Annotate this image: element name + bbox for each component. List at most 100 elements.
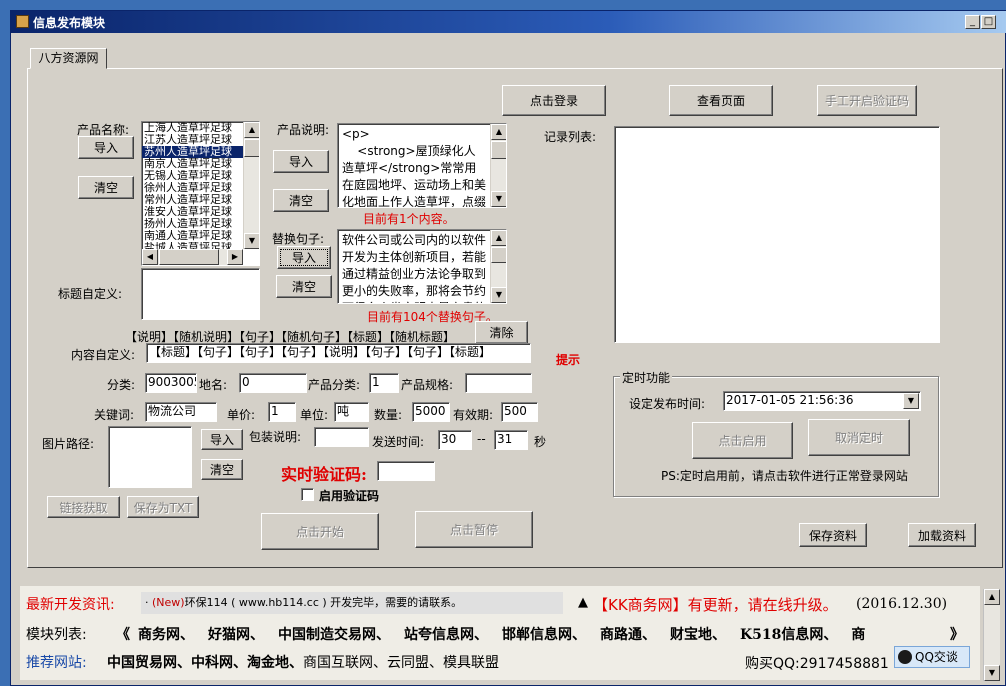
product-desc-vscroll[interactable]: ▲ ▼	[490, 124, 506, 207]
replace-sentence-text[interactable]: 软件公司或公司内的以软件开发为主体创新项目，若能通过精益创业方法论争取到更小的失…	[337, 229, 507, 304]
list-item[interactable]: 常州人造草坪足球	[142, 194, 243, 206]
list-item[interactable]: 上海人造草坪足球	[142, 122, 243, 134]
content-custom-input[interactable]: 【标题】【句子】【句子】【句子】【说明】【句子】【句子】【标题】	[146, 343, 531, 363]
captcha-input[interactable]	[377, 461, 435, 481]
send-time-to-input[interactable]: 31	[494, 430, 528, 450]
qty-input[interactable]: 5000	[412, 402, 450, 422]
unit-label: 单位:	[300, 408, 329, 422]
scroll-right-icon[interactable]: ▶	[227, 249, 243, 265]
login-button[interactable]: 点击登录	[502, 85, 606, 116]
modules-next-icon[interactable]: 》	[950, 624, 964, 644]
scroll-down-icon[interactable]: ▼	[984, 665, 1000, 681]
list-item[interactable]: 苏州人造草坪足球	[142, 146, 243, 158]
list-item[interactable]: 南京人造草坪足球	[142, 158, 243, 170]
list-item[interactable]: 盐城人造草坪足球	[142, 242, 243, 249]
scroll-thumb[interactable]	[244, 139, 259, 157]
timer-start-button[interactable]: 点击启用	[692, 422, 793, 459]
product-name-list[interactable]: 上海人造草坪足球 江苏人造草坪足球 苏州人造草坪足球 南京人造草坪足球 无锡人造草坪足球…	[141, 121, 260, 266]
dropdown-arrow-icon[interactable]: ▼	[903, 393, 919, 409]
spec-input[interactable]	[465, 373, 532, 393]
scroll-thumb[interactable]	[491, 247, 506, 263]
news-text: 环保114 ( www.hb114.cc ) 开发完毕，需要的请联系。	[184, 596, 463, 609]
scroll-thumb[interactable]	[159, 249, 219, 265]
module-link[interactable]: 财宝地、	[670, 627, 726, 643]
module-link[interactable]: 商	[851, 627, 865, 643]
scroll-thumb[interactable]	[491, 141, 506, 159]
list-item[interactable]: 徐州人造草坪足球	[142, 182, 243, 194]
pause-button[interactable]: 点击暂停	[415, 511, 533, 548]
product-name-clear-button[interactable]: 清空	[78, 176, 134, 199]
scroll-down-icon[interactable]: ▼	[491, 287, 506, 303]
set-time-label: 设定发布时间:	[629, 397, 706, 411]
maximize-button[interactable]: □	[981, 15, 996, 29]
module-link[interactable]: 商务网、	[138, 627, 194, 643]
send-time-from-input[interactable]: 30	[438, 430, 472, 450]
timer-cancel-button[interactable]: 取消定时	[808, 419, 910, 456]
unit-input[interactable]: 吨	[334, 402, 369, 422]
image-import-button[interactable]: 导入	[201, 429, 243, 450]
tab-bafang[interactable]: 八方资源网	[30, 48, 107, 69]
product-name-import-button[interactable]: 导入	[78, 136, 134, 159]
replace-sentence-clear-button[interactable]: 清空	[276, 275, 332, 298]
list-item[interactable]: 江苏人造草坪足球	[142, 134, 243, 146]
fetch-link-button[interactable]: 链接获取	[47, 496, 120, 518]
start-button[interactable]: 点击开始	[261, 513, 379, 550]
list-item[interactable]: 南通人造草坪足球	[142, 230, 243, 242]
replace-sentence-vscroll[interactable]: ▲ ▼	[490, 230, 506, 303]
update-text[interactable]: 【KK商务网】有更新，请在线升级。	[593, 594, 838, 615]
datetime-picker[interactable]: 2017-01-05 21:56:36 ▼	[723, 391, 921, 411]
minimize-button[interactable]: _	[965, 15, 980, 29]
product-desc-import-button[interactable]: 导入	[273, 150, 329, 173]
product-desc-text[interactable]: <p> <strong>屋顶绿化人造草坪</strong>常常用在庭园地坪、运动…	[337, 123, 507, 208]
replace-sentence-import-button[interactable]: 导入	[277, 246, 331, 269]
modules-prev-icon[interactable]: 《	[116, 624, 130, 644]
records-list[interactable]	[614, 126, 940, 343]
qq-chat-button[interactable]: QQ交谈	[894, 646, 970, 668]
enable-captcha-checkbox[interactable]	[301, 488, 314, 501]
list-item[interactable]: 无锡人造草坪足球	[142, 170, 243, 182]
title-custom-input[interactable]	[141, 268, 260, 320]
category-input[interactable]: 9003005	[145, 373, 197, 393]
captcha-label: 实时验证码:	[281, 465, 367, 484]
recommend-link[interactable]: 商国互联网、	[303, 655, 387, 671]
product-name-hscroll[interactable]: ◀ ▶	[142, 249, 243, 265]
scroll-up-icon[interactable]: ▲	[491, 230, 506, 246]
bottom-vscroll[interactable]: ▲ ▼	[983, 589, 1000, 681]
validity-input[interactable]: 500	[501, 402, 538, 422]
recommend-link[interactable]: 模具联盟	[443, 655, 499, 671]
manual-captcha-button[interactable]: 手工开启验证码	[817, 85, 917, 116]
scroll-down-icon[interactable]: ▼	[491, 191, 506, 207]
recommend-link[interactable]: 淘金地、	[247, 655, 303, 671]
keyword-input[interactable]: 物流公司	[145, 402, 217, 422]
module-link[interactable]: 站夸信息网、	[404, 627, 488, 643]
list-item[interactable]: 扬州人造草坪足球	[142, 218, 243, 230]
view-page-button[interactable]: 查看页面	[669, 85, 773, 116]
module-link[interactable]: 邯郸信息网、	[502, 627, 586, 643]
product-desc-clear-button[interactable]: 清空	[273, 189, 329, 212]
product-category-input[interactable]: 1	[369, 373, 399, 393]
price-input[interactable]: 1	[268, 402, 296, 422]
module-link[interactable]: 商路通、	[600, 627, 656, 643]
packaging-input[interactable]	[314, 427, 369, 447]
product-name-vscroll[interactable]: ▲ ▼	[243, 122, 259, 249]
scroll-up-icon[interactable]: ▲	[984, 589, 1000, 605]
scroll-down-icon[interactable]: ▼	[244, 233, 259, 249]
module-link[interactable]: K518信息网、	[740, 627, 837, 643]
location-input[interactable]: 0	[239, 373, 307, 393]
scroll-up-icon[interactable]: ▲	[491, 124, 506, 140]
tokens-clear-button[interactable]: 清除	[475, 321, 528, 344]
recommend-link[interactable]: 云同盟、	[387, 655, 443, 671]
module-link[interactable]: 中国制造交易网、	[278, 627, 390, 643]
recommend-link[interactable]: 中国贸易网、	[107, 655, 191, 671]
scroll-up-icon[interactable]: ▲	[244, 122, 259, 138]
save-data-button[interactable]: 保存资料	[799, 523, 867, 547]
recommend-link[interactable]: 中科网、	[191, 655, 247, 671]
image-clear-button[interactable]: 清空	[201, 459, 243, 480]
save-txt-button[interactable]: 保存为TXT	[127, 496, 199, 518]
module-link[interactable]: 好猫网、	[208, 627, 264, 643]
load-data-button[interactable]: 加载资料	[908, 523, 976, 547]
scroll-left-icon[interactable]: ◀	[142, 249, 158, 265]
news-ticker[interactable]: · (New)环保114 ( www.hb114.cc ) 开发完毕，需要的请联…	[141, 592, 563, 614]
list-item[interactable]: 淮安人造草坪足球	[142, 206, 243, 218]
image-path-box[interactable]	[108, 426, 192, 488]
